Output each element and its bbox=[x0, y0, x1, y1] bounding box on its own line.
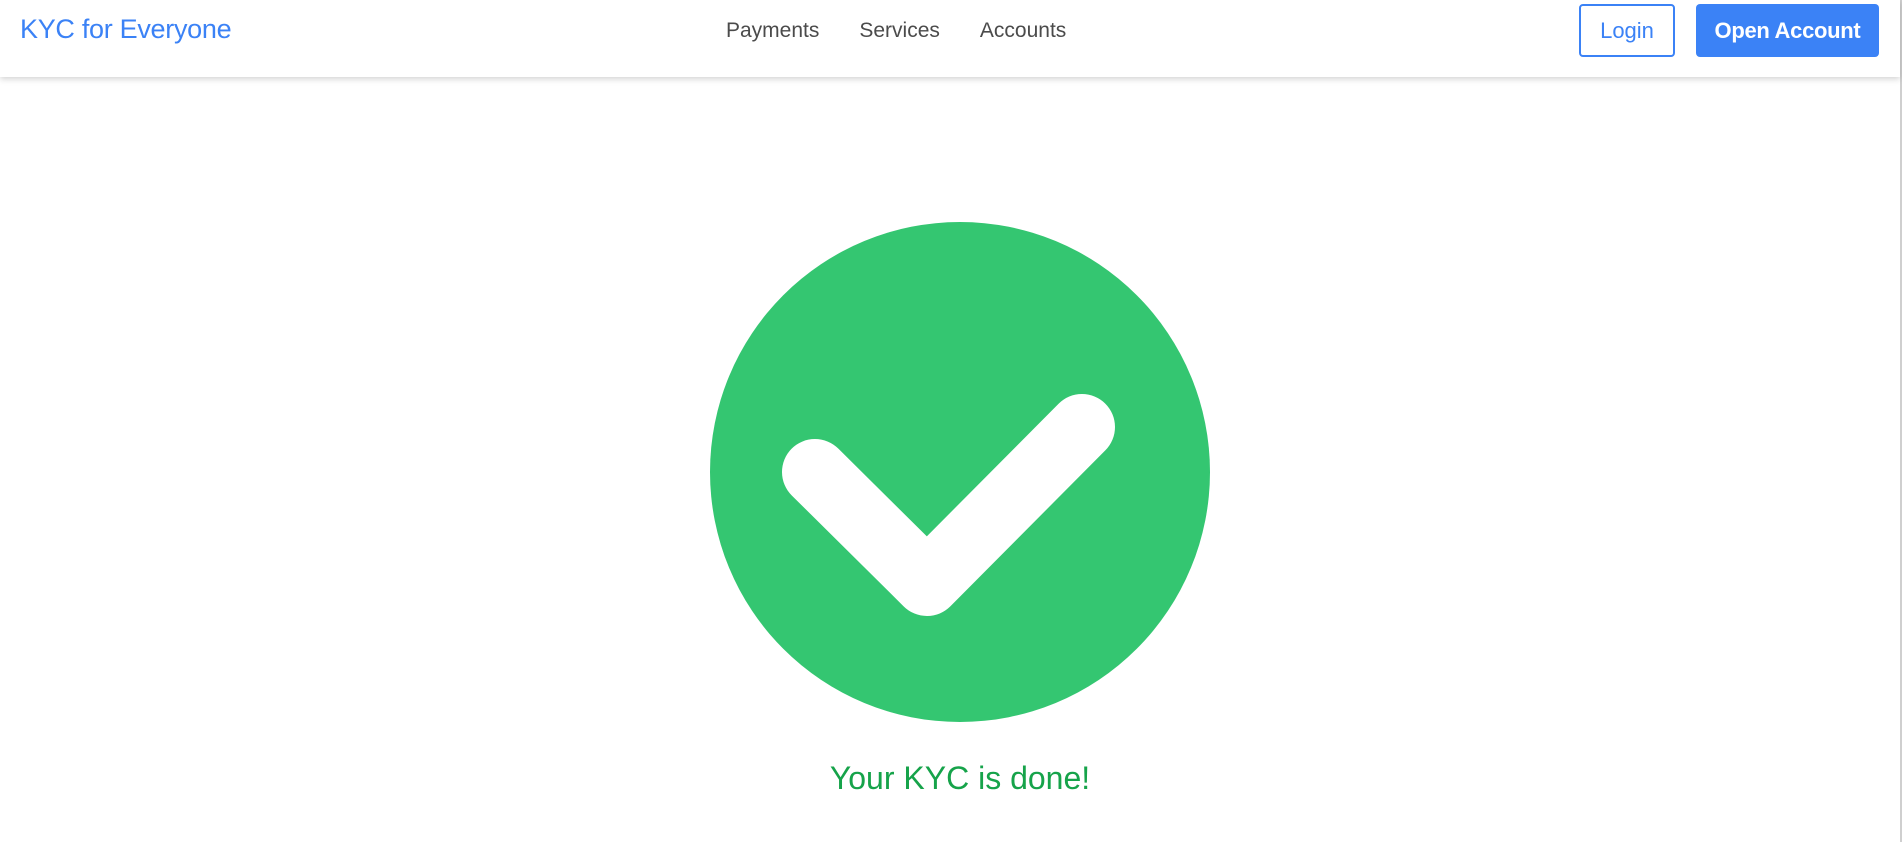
top-navbar: KYC for Everyone Payments Services Accou… bbox=[0, 0, 1900, 77]
nav-link-services[interactable]: Services bbox=[859, 19, 940, 43]
login-button[interactable]: Login bbox=[1579, 4, 1675, 57]
brand-logo-link[interactable]: KYC for Everyone bbox=[20, 14, 232, 45]
main-nav: Payments Services Accounts bbox=[726, 19, 1066, 43]
nav-link-accounts[interactable]: Accounts bbox=[980, 19, 1066, 43]
nav-link-payments[interactable]: Payments bbox=[726, 19, 819, 43]
open-account-button[interactable]: Open Account bbox=[1696, 4, 1879, 57]
check-circle-icon bbox=[710, 222, 1210, 722]
kyc-success-message: Your KYC is done! bbox=[829, 760, 1091, 796]
kyc-success-panel: Your KYC is done! bbox=[0, 0, 1902, 842]
